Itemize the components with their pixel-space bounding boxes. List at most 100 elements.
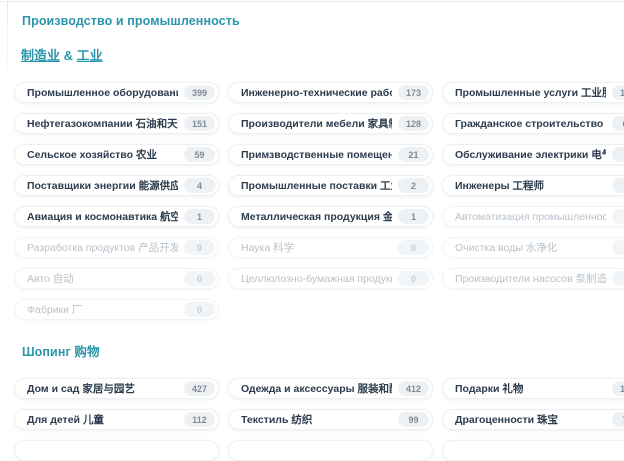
category-item[interactable]: Дом и сад 家居与园艺 427 <box>14 378 219 399</box>
category-item[interactable]: Металлическая продукция 金属制品 1 <box>228 206 433 227</box>
category-item[interactable]: Авто 自动 0 <box>14 268 219 289</box>
category-label: Обслуживание электрики 电气维护 <box>455 147 606 162</box>
category-label: Производители мебели 家具制造商 <box>241 116 392 131</box>
shopping-column-2: Одежда и аксессуары 服装和配饰 412 Текстиль 纺… <box>228 378 433 430</box>
category-count-badge: 112 <box>184 412 215 427</box>
category-label: Авто 自动 <box>27 271 74 286</box>
category-item[interactable]: Разработка продуктов 产品开发 0 <box>14 237 219 258</box>
category-item[interactable]: Обслуживание электрики 电气维护 8 <box>442 144 624 165</box>
category-item[interactable]: Текстиль 纺织 99 <box>228 409 433 430</box>
category-count-badge: 0 <box>184 240 215 255</box>
shopping-column-1: Дом и сад 家居与园艺 427 Для детей 儿童 112 <box>14 378 219 430</box>
category-count-badge: 399 <box>184 85 215 100</box>
category-label: Примзводственные помещения <box>241 149 392 161</box>
category-label: Промышленное оборудование <box>27 87 178 99</box>
category-item-partial[interactable] <box>442 440 624 461</box>
category-item[interactable]: Наука 科学 0 <box>228 237 433 258</box>
category-count-badge: 151 <box>184 116 215 131</box>
category-item[interactable]: Для детей 儿童 112 <box>14 409 219 430</box>
category-item[interactable]: Примзводственные помещения 21 <box>228 144 433 165</box>
category-label: Промышленные поставки 工业用品 <box>241 178 392 193</box>
category-item[interactable]: Сельское хозяйство 农业 59 <box>14 144 219 165</box>
category-item[interactable]: Нефтегазокомпании 石油和天然气公司 151 <box>14 113 219 134</box>
category-count-badge: 1 <box>184 209 215 224</box>
category-label: Поставщики энергии 能源供应商 <box>27 178 178 193</box>
category-label: Драгоценности 珠宝 <box>455 412 558 427</box>
category-count-badge: 8 <box>612 147 624 162</box>
category-label: Нефтегазокомпании 石油和天然气公司 <box>27 116 178 131</box>
category-item[interactable]: Фабрики 厂 0 <box>14 299 219 320</box>
category-item[interactable]: Производители насосов 泵制造商 0 <box>442 268 624 289</box>
industry-category-grid: Промышленное оборудование 399 Нефтегазок… <box>14 82 624 320</box>
category-label: Фабрики 厂 <box>27 302 82 317</box>
category-label: Разработка продуктов 产品开发 <box>27 240 178 255</box>
category-item[interactable]: Поставщики энергии 能源供应商 4 <box>14 175 219 196</box>
category-item[interactable]: Автоматизация промышленности 0 <box>442 206 624 227</box>
category-label: Инженерно-технические работы <box>241 87 392 99</box>
category-label: Промышленные услуги 工业服务 <box>455 85 606 100</box>
subtitle-link-manufacturing[interactable]: 制造业 <box>21 48 60 63</box>
industry-column-2: Инженерно-технические работы 173 Произво… <box>228 82 433 320</box>
category-directory: Производство и промышленность 制造业 & 工业 П… <box>0 0 624 461</box>
category-count-badge: 78 <box>612 412 624 427</box>
category-count-badge: 128 <box>398 116 429 131</box>
category-count-badge: 4 <box>184 178 215 193</box>
category-item[interactable]: Очистка воды 水净化 0 <box>442 237 624 258</box>
category-count-badge: 427 <box>184 381 215 396</box>
category-count-badge: 0 <box>184 302 215 317</box>
category-label: Дом и сад 家居与园艺 <box>27 381 135 396</box>
category-item[interactable]: Промышленные поставки 工业用品 2 <box>228 175 433 196</box>
industry-column-1: Промышленное оборудование 399 Нефтегазок… <box>14 82 219 320</box>
category-label: Инженеры 工程师 <box>455 178 544 193</box>
category-item[interactable]: Драгоценности 珠宝 78 <box>442 409 624 430</box>
category-label: Авиация и космонавтика 航空和宇航 <box>27 209 178 224</box>
shopping-column-1-partial <box>14 440 219 461</box>
category-count-badge: 173 <box>398 85 429 100</box>
category-count-badge: 0 <box>398 240 429 255</box>
category-item[interactable]: Гражданское строительство 68 <box>442 113 624 134</box>
shopping-column-2-partial <box>228 440 433 461</box>
category-item[interactable]: Производители мебели 家具制造商 128 <box>228 113 433 134</box>
category-item[interactable]: Подарки 礼物 183 <box>442 378 624 399</box>
category-item[interactable]: Целлюлозно-бумажная продукция 0 <box>228 268 433 289</box>
category-count-badge: 0 <box>398 271 429 286</box>
category-count-badge: 68 <box>612 116 624 131</box>
category-count-badge: 412 <box>398 381 429 396</box>
category-label: Подарки 礼物 <box>455 381 523 396</box>
category-count-badge: 172 <box>612 85 624 100</box>
category-item[interactable]: Одежда и аксессуары 服装和配饰 412 <box>228 378 433 399</box>
category-label: Сельское хозяйство 农业 <box>27 147 157 162</box>
category-count-badge: 2 <box>398 178 429 193</box>
category-label: Целлюлозно-бумажная продукция <box>241 273 392 285</box>
category-label: Одежда и аксессуары 服装和配饰 <box>241 381 392 396</box>
subtitle-separator: & <box>64 48 73 63</box>
category-item[interactable]: Инженеры 工程师 1 <box>442 175 624 196</box>
category-label: Автоматизация промышленности <box>455 211 606 223</box>
section-title-shopping: Шопинг 购物 <box>22 341 624 360</box>
category-item-partial[interactable] <box>228 440 433 461</box>
section-title-industry: Производство и промышленность <box>22 14 624 28</box>
category-item-partial[interactable] <box>14 440 219 461</box>
category-label: Текстиль 纺织 <box>241 412 312 427</box>
category-count-badge: 0 <box>612 209 624 224</box>
shopping-column-3-partial <box>442 440 624 461</box>
category-count-badge: 183 <box>612 381 624 396</box>
category-count-badge: 0 <box>612 240 624 255</box>
category-label: Гражданское строительство <box>455 118 603 130</box>
subtitle-link-industry[interactable]: 工业 <box>77 48 103 63</box>
category-item[interactable]: Авиация и космонавтика 航空和宇航 1 <box>14 206 219 227</box>
category-label: Для детей 儿童 <box>27 412 104 427</box>
industry-column-3: Промышленные услуги 工业服务 172 Гражданское… <box>442 82 624 320</box>
category-count-badge: 0 <box>612 271 624 286</box>
category-label: Металлическая продукция 金属制品 <box>241 209 392 224</box>
category-label: Очистка воды 水净化 <box>455 240 557 255</box>
category-label: Производители насосов 泵制造商 <box>455 271 606 286</box>
section-subtitle-industry: 制造业 & 工业 <box>21 45 624 64</box>
shopping-partial-row <box>14 440 624 461</box>
category-item[interactable]: Инженерно-технические работы 173 <box>228 82 433 103</box>
category-count-badge: 21 <box>398 147 429 162</box>
category-item[interactable]: Промышленные услуги 工业服务 172 <box>442 82 624 103</box>
shopping-column-3: Подарки 礼物 183 Драгоценности 珠宝 78 <box>442 378 624 430</box>
category-count-badge: 1 <box>612 178 624 193</box>
category-item[interactable]: Промышленное оборудование 399 <box>14 82 219 103</box>
